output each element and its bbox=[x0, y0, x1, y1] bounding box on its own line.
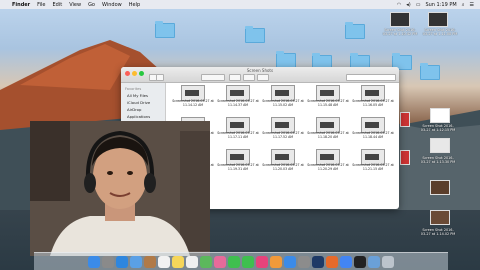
list-icon[interactable]: ☰ bbox=[470, 2, 474, 8]
desktop-file-label: Screen Shot 2016-03-27 at 1.13.30 PM bbox=[420, 156, 456, 164]
dock-trash-icon[interactable] bbox=[382, 255, 394, 268]
file-item[interactable]: Screenshot 2016-03-27 at 11.14.12 AM bbox=[169, 85, 217, 111]
forward-button[interactable] bbox=[156, 74, 164, 81]
dock-firefox-icon[interactable] bbox=[326, 255, 338, 268]
file-name: Screenshot 2016-03-27 at 11.18.20 AM bbox=[307, 131, 349, 139]
volume-icon[interactable]: ◂) bbox=[406, 2, 410, 8]
window-title: Screen Shots bbox=[246, 68, 274, 73]
file-name: Screenshot 2016-03-27 at 11.19.31 AM bbox=[217, 163, 259, 171]
person-with-headphones bbox=[30, 121, 210, 256]
dock-launchpad-icon[interactable] bbox=[102, 255, 114, 268]
menu-go[interactable]: Go bbox=[88, 2, 95, 8]
desktop-folder-icon[interactable] bbox=[276, 51, 296, 68]
sidebar-item-applications[interactable]: Applications bbox=[127, 114, 165, 119]
desktop-folder-icon[interactable] bbox=[345, 22, 365, 39]
menu-finder[interactable]: Finder bbox=[12, 2, 30, 8]
desktop-screenshot-thumb[interactable] bbox=[428, 12, 448, 27]
menu-file[interactable]: File bbox=[37, 2, 45, 8]
file-name: Screenshot 2016-03-27 at 11.20.29 AM bbox=[307, 163, 349, 171]
file-name: Screenshot 2016-03-27 at 11.20.03 AM bbox=[262, 163, 304, 171]
dock-terminal-icon[interactable] bbox=[354, 255, 366, 268]
file-name: Screenshot 2016-03-27 at 11.14.37 AM bbox=[217, 99, 259, 107]
desktop-file-label: Screen Shot 2016-03-27 at 1.12.15 PM bbox=[420, 124, 456, 132]
dock-photoshop-icon[interactable] bbox=[312, 255, 324, 268]
desktop-screenshot-thumb[interactable] bbox=[430, 108, 450, 123]
file-item[interactable]: Screenshot 2016-03-27 at 11.19.31 AM bbox=[214, 149, 262, 175]
dock-settings-icon[interactable] bbox=[298, 255, 310, 268]
desktop-screenshot-thumb[interactable] bbox=[390, 12, 410, 27]
desktop-file-label: Screen Shot 2016-03-27 at 1.14.02 PM bbox=[420, 228, 456, 236]
dock-messages-icon[interactable] bbox=[228, 255, 240, 268]
dock-facetime-icon[interactable] bbox=[242, 255, 254, 268]
dock-chrome-icon[interactable] bbox=[340, 255, 352, 268]
file-item[interactable]: Screenshot 2016-03-27 at 11.16.05 AM bbox=[349, 85, 397, 111]
wifi-icon[interactable]: ◠ bbox=[397, 2, 401, 8]
search-icon[interactable]: ⌕ bbox=[462, 2, 465, 8]
file-item[interactable]: Screenshot 2016-03-27 at 11.21.15 AM bbox=[349, 149, 397, 175]
desktop-file-label: Screen Shot 2016-03-27 at 1.11.08 PM bbox=[422, 28, 458, 36]
file-item[interactable]: Screenshot 2016-03-27 at 11.14.37 AM bbox=[214, 85, 262, 111]
sidebar-item-all-my-files[interactable]: All My Files bbox=[127, 93, 165, 98]
file-name: Screenshot 2016-03-27 at 11.15.48 AM bbox=[307, 99, 349, 107]
menu-bar: Finder File Edit View Go Window Help ◠ ◂… bbox=[0, 0, 480, 9]
file-item[interactable]: Screenshot 2016-03-27 at 11.20.03 AM bbox=[259, 149, 307, 175]
dock-maps-icon[interactable] bbox=[200, 255, 212, 268]
desktop-folder-icon[interactable] bbox=[420, 63, 440, 80]
desktop-screenshot-thumb[interactable] bbox=[400, 150, 410, 165]
dock-itunes-icon[interactable] bbox=[256, 255, 268, 268]
dock-notes-icon[interactable] bbox=[172, 255, 184, 268]
menu-help[interactable]: Help bbox=[129, 2, 140, 8]
file-item[interactable]: Screenshot 2016-03-27 at 11.15.48 AM bbox=[304, 85, 352, 111]
dock-safari-icon[interactable] bbox=[116, 255, 128, 268]
dock-preview-icon[interactable] bbox=[368, 255, 380, 268]
file-name: Screenshot 2016-03-27 at 11.15.02 AM bbox=[262, 99, 304, 107]
menu-window[interactable]: Window bbox=[102, 2, 122, 8]
file-name: Screenshot 2016-03-27 at 11.21.15 AM bbox=[352, 163, 394, 171]
desktop-folder-icon[interactable] bbox=[245, 26, 265, 43]
file-item[interactable]: Screenshot 2016-03-27 at 11.18.20 AM bbox=[304, 117, 352, 143]
file-name: Screenshot 2016-03-27 at 11.17.11 AM bbox=[217, 131, 259, 139]
dock-mail-icon[interactable] bbox=[130, 255, 142, 268]
share-button[interactable] bbox=[257, 74, 269, 81]
file-name: Screenshot 2016-03-27 at 11.18.44 AM bbox=[352, 131, 394, 139]
action-button[interactable] bbox=[243, 74, 255, 81]
dock-finder-icon[interactable] bbox=[88, 255, 100, 268]
file-name: Screenshot 2016-03-27 at 11.17.52 AM bbox=[262, 131, 304, 139]
desktop-folder-icon[interactable] bbox=[155, 21, 175, 38]
desktop-file-label: Screen Shot 2016-03-27 at 1.10.42 PM bbox=[382, 28, 418, 36]
dock-appstore-icon[interactable] bbox=[284, 255, 296, 268]
file-item[interactable]: Screenshot 2016-03-27 at 11.15.02 AM bbox=[259, 85, 307, 111]
file-name: Screenshot 2016-03-27 at 11.14.12 AM bbox=[172, 99, 214, 107]
desktop-screenshot-thumb[interactable] bbox=[400, 112, 410, 127]
sidebar-header: Favorites bbox=[125, 87, 142, 91]
file-name: Screenshot 2016-03-27 at 11.16.05 AM bbox=[352, 99, 394, 107]
desktop-screenshot-thumb[interactable] bbox=[430, 210, 450, 225]
menu-edit[interactable]: Edit bbox=[53, 2, 63, 8]
sidebar-item-icloud-drive[interactable]: iCloud Drive bbox=[127, 100, 165, 105]
dock-reminders-icon[interactable] bbox=[186, 255, 198, 268]
file-item[interactable]: Screenshot 2016-03-27 at 11.17.11 AM bbox=[214, 117, 262, 143]
battery-icon[interactable]: ▭ bbox=[416, 2, 421, 8]
file-item[interactable]: Screenshot 2016-03-27 at 11.18.44 AM bbox=[349, 117, 397, 143]
desktop-screenshot-thumb[interactable] bbox=[430, 180, 450, 195]
search-field[interactable] bbox=[346, 74, 396, 81]
arrange-button[interactable] bbox=[229, 74, 241, 81]
desktop-screenshot-thumb[interactable] bbox=[430, 138, 450, 153]
dock-ibooks-icon[interactable] bbox=[270, 255, 282, 268]
finder-toolbar: Screen Shots bbox=[121, 67, 399, 83]
dock bbox=[34, 252, 448, 270]
webcam-overlay bbox=[30, 121, 210, 256]
file-item[interactable]: Screenshot 2016-03-27 at 11.20.29 AM bbox=[304, 149, 352, 175]
menubar-clock[interactable]: Sun 1:19 PM bbox=[425, 2, 456, 8]
sidebar-item-airdrop[interactable]: AirDrop bbox=[127, 107, 165, 112]
menu-view[interactable]: View bbox=[69, 2, 81, 8]
dock-contacts-icon[interactable] bbox=[144, 255, 156, 268]
dock-calendar-icon[interactable] bbox=[158, 255, 170, 268]
dock-photos-icon[interactable] bbox=[214, 255, 226, 268]
view-mode-buttons[interactable] bbox=[201, 74, 225, 81]
file-item[interactable]: Screenshot 2016-03-27 at 11.17.52 AM bbox=[259, 117, 307, 143]
